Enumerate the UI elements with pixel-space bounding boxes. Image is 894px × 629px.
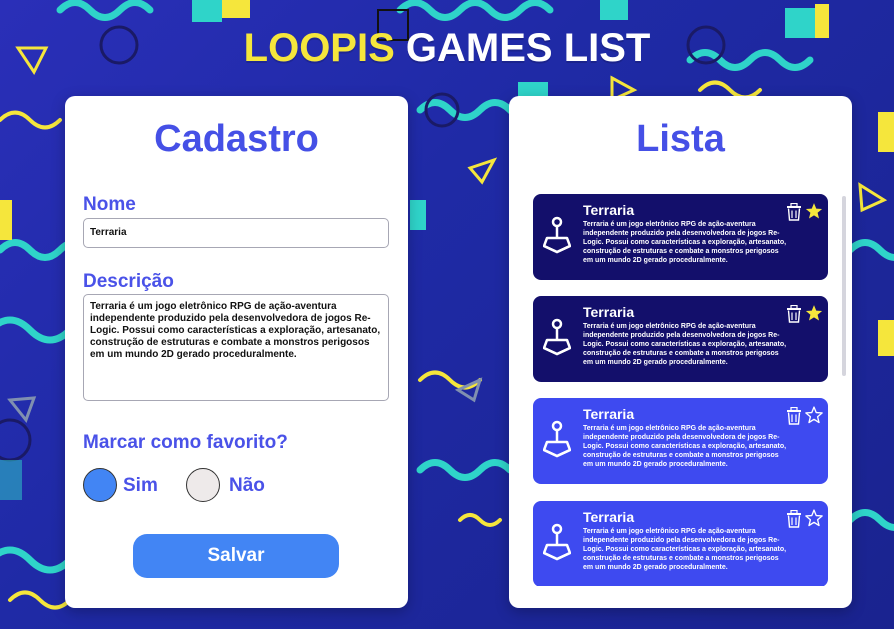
game-card-description: Terraria é um jogo eletrônico RPG de açã… [583,425,787,468]
game-card[interactable]: Terraria Terraria é um jogo eletrônico RP… [533,501,828,586]
trash-icon[interactable] [786,510,802,528]
favorite-yes-label[interactable]: Sim [123,475,158,497]
app-title: LOOPIS GAMES LIST [0,26,894,71]
register-panel: Cadastro Nome Terraria Descrição Terrari… [65,96,408,608]
app-title-loopis: LOOPIS [243,26,395,70]
game-list: Terraria Terraria é um jogo eletrônico RP… [533,194,831,586]
star-outline-icon[interactable] [805,406,823,424]
list-scrollbar[interactable] [842,196,846,376]
joystick-icon [543,523,571,561]
joystick-icon [543,318,571,356]
trash-icon[interactable] [786,203,802,221]
description-label: Descrição [83,271,174,292]
game-card-description: Terraria é um jogo eletrônico RPG de açã… [583,323,787,366]
trash-icon[interactable] [786,407,802,425]
game-card[interactable]: Terraria Terraria é um jogo eletrônico RP… [533,398,828,484]
app-title-games-list: GAMES LIST [394,26,651,70]
game-card-title: Terraria [583,406,635,422]
star-filled-icon[interactable] [805,202,823,220]
game-card-title: Terraria [583,509,635,525]
game-card-description: Terraria é um jogo eletrônico RPG de açã… [583,528,787,571]
favorite-yes-radio[interactable] [83,468,117,502]
game-card[interactable]: Terraria Terraria é um jogo eletrônico RP… [533,194,828,280]
trash-icon[interactable] [786,305,802,323]
game-card[interactable]: Terraria Terraria é um jogo eletrônico RP… [533,296,828,382]
joystick-icon [543,420,571,458]
name-label: Nome [83,194,136,215]
favorite-no-label[interactable]: Não [229,475,265,497]
save-button[interactable]: Salvar [133,534,339,578]
star-outline-icon[interactable] [805,509,823,527]
game-card-title: Terraria [583,202,635,218]
list-panel: Lista Terraria Terraria é um jogo eletrôn… [509,96,852,608]
favorite-no-radio[interactable] [186,468,220,502]
star-filled-icon[interactable] [805,304,823,322]
game-card-title: Terraria [583,304,635,320]
description-textarea[interactable]: Terraria é um jogo eletrônico RPG de açã… [83,294,389,401]
game-card-description: Terraria é um jogo eletrônico RPG de açã… [583,221,787,264]
joystick-icon [543,216,571,254]
name-input[interactable]: Terraria [83,218,389,248]
favorite-question: Marcar como favorito? [83,432,288,453]
list-title: Lista [636,118,725,160]
register-title: Cadastro [154,118,319,160]
